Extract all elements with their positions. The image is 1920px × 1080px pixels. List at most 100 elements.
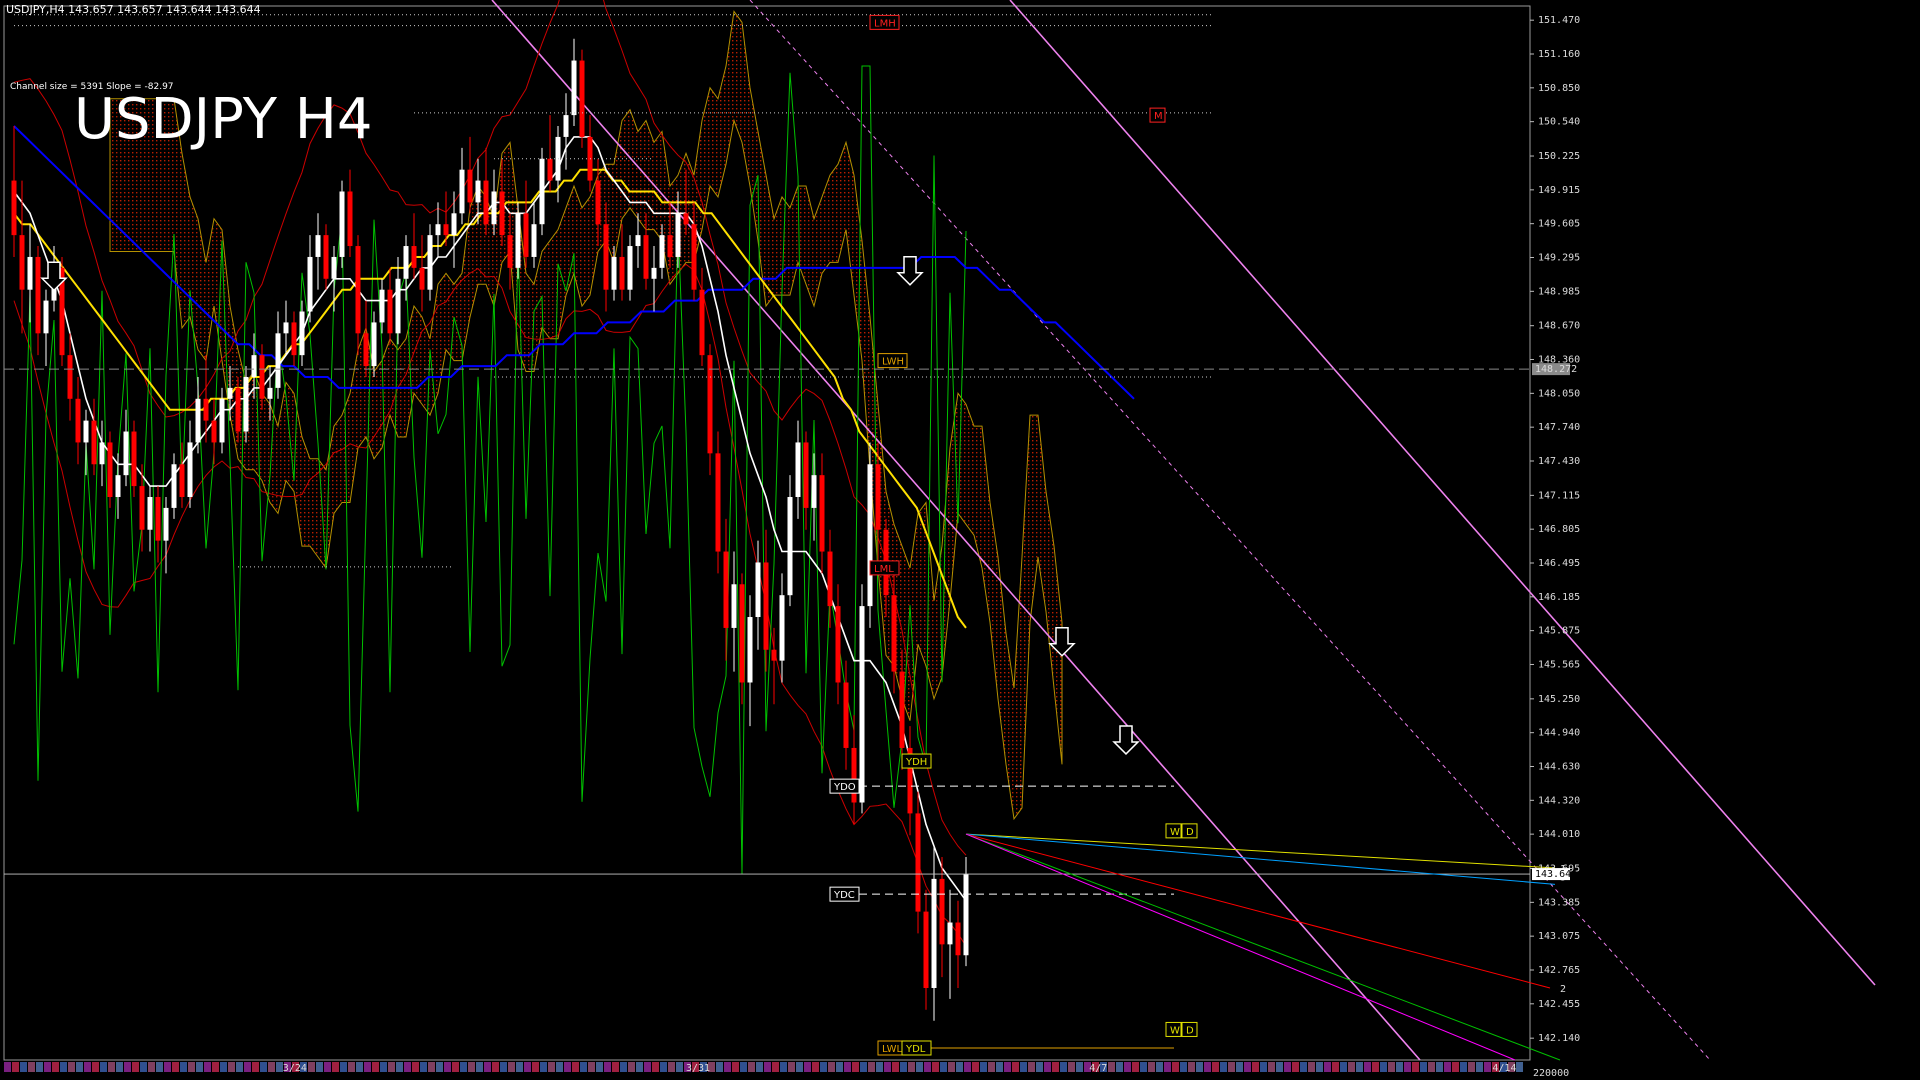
candle-body	[483, 180, 489, 225]
time-strip-cell	[452, 1062, 459, 1072]
time-strip-cell	[444, 1062, 451, 1072]
time-strip-cell	[68, 1062, 75, 1072]
time-strip-cell	[372, 1062, 379, 1072]
time-strip-cell	[820, 1062, 827, 1072]
channel-upper-line	[1009, 0, 1876, 986]
candle-body	[203, 398, 209, 421]
time-strip-cell	[580, 1062, 587, 1072]
time-strip-cell	[1012, 1062, 1019, 1072]
y-tick-label: 146.495	[1538, 558, 1580, 569]
candle-body	[195, 398, 201, 443]
time-strip-cell	[476, 1062, 483, 1072]
candle-body	[499, 191, 505, 236]
candle-body	[915, 813, 921, 912]
level-tag-label: YDC	[833, 890, 855, 901]
time-strip-cell	[1284, 1062, 1291, 1072]
candle-body	[219, 398, 225, 443]
candle-body	[547, 158, 553, 181]
time-strip-cell	[868, 1062, 875, 1072]
time-strip-cell	[60, 1062, 67, 1072]
y-tick-label: 145.250	[1538, 694, 1580, 705]
level-tag-label: YDO	[833, 782, 856, 793]
chart-title: USDJPY H4	[74, 87, 372, 152]
time-strip-cell	[1108, 1062, 1115, 1072]
time-strip-cell	[244, 1062, 251, 1072]
time-strip-cell	[124, 1062, 131, 1072]
y-tick-label: 151.470	[1538, 15, 1580, 26]
time-strip-cell	[1124, 1062, 1131, 1072]
projection-line	[965, 833, 1561, 1061]
time-strip-cell	[1444, 1062, 1451, 1072]
candle-body	[235, 387, 241, 432]
candle-body	[931, 878, 937, 988]
time-strip-cell	[1132, 1062, 1139, 1072]
time-strip-cell	[1020, 1062, 1027, 1072]
candle-body	[187, 442, 193, 497]
time-strip-cell	[828, 1062, 835, 1072]
time-strip-cell	[1116, 1062, 1123, 1072]
time-strip-cell	[332, 1062, 339, 1072]
time-strip-cell	[356, 1062, 363, 1072]
time-strip-cell	[836, 1062, 843, 1072]
time-strip-cell	[436, 1062, 443, 1072]
candle-body	[747, 617, 753, 683]
time-strip-cell	[484, 1062, 491, 1072]
time-strip-cell	[660, 1062, 667, 1072]
time-strip-cell	[1188, 1062, 1195, 1072]
time-strip-cell	[1380, 1062, 1387, 1072]
time-strip-cell	[1308, 1062, 1315, 1072]
level-tag-label: M	[1154, 111, 1163, 122]
candle-body	[443, 224, 449, 236]
time-strip-cell	[388, 1062, 395, 1072]
candle-body	[75, 398, 81, 443]
time-strip-cell	[220, 1062, 227, 1072]
candle-body	[155, 496, 161, 541]
time-strip-cell	[1268, 1062, 1275, 1072]
time-strip-cell	[1228, 1062, 1235, 1072]
time-strip-cell	[1428, 1062, 1435, 1072]
candle-body	[19, 235, 25, 290]
candle-body	[163, 507, 169, 541]
time-strip-cell	[1476, 1062, 1483, 1072]
projection-line	[965, 833, 1551, 989]
time-strip-cell	[116, 1062, 123, 1072]
time-strip-cell	[1364, 1062, 1371, 1072]
time-strip-cell	[716, 1062, 723, 1072]
time-strip-cell	[564, 1062, 571, 1072]
time-strip-cell	[1036, 1062, 1043, 1072]
level-tag-label: LWH	[882, 357, 904, 368]
y-tick-label: 144.010	[1538, 829, 1580, 840]
time-strip-cell	[196, 1062, 203, 1072]
time-strip-cell	[1180, 1062, 1187, 1072]
time-strip-cell	[1372, 1062, 1379, 1072]
y-tick-label: 146.805	[1538, 524, 1580, 535]
y-tick-label: 143.075	[1538, 931, 1580, 942]
time-strip-cell	[172, 1062, 179, 1072]
candle-body	[579, 60, 585, 137]
time-strip-cell	[788, 1062, 795, 1072]
time-strip-cell	[556, 1062, 563, 1072]
candle-body	[475, 180, 481, 203]
time-strip-cell	[1204, 1062, 1211, 1072]
time-strip-cell	[748, 1062, 755, 1072]
candle-body	[787, 496, 793, 596]
candle-body	[531, 224, 537, 257]
price-chart[interactable]: LMHMLWHLMLYDHYDOWDYDCWDLWLYDL132 151.470…	[0, 0, 1920, 1080]
time-strip-cell	[84, 1062, 91, 1072]
y-tick-label: 147.740	[1538, 422, 1580, 433]
time-strip-cell	[612, 1062, 619, 1072]
y-tick-label: 148.985	[1538, 286, 1580, 297]
time-strip-cell	[156, 1062, 163, 1072]
candle-body	[771, 649, 777, 661]
time-strip-cell	[1140, 1062, 1147, 1072]
candle-body	[739, 584, 745, 683]
candle-body	[595, 180, 601, 225]
time-strip-cell	[76, 1062, 83, 1072]
time-strip-cell	[1076, 1062, 1083, 1072]
time-strip-cell	[908, 1062, 915, 1072]
time-strip-cell	[596, 1062, 603, 1072]
candle-body	[371, 322, 377, 367]
time-strip-cell	[252, 1062, 259, 1072]
candle-body	[307, 256, 313, 312]
candle-body	[131, 431, 137, 487]
